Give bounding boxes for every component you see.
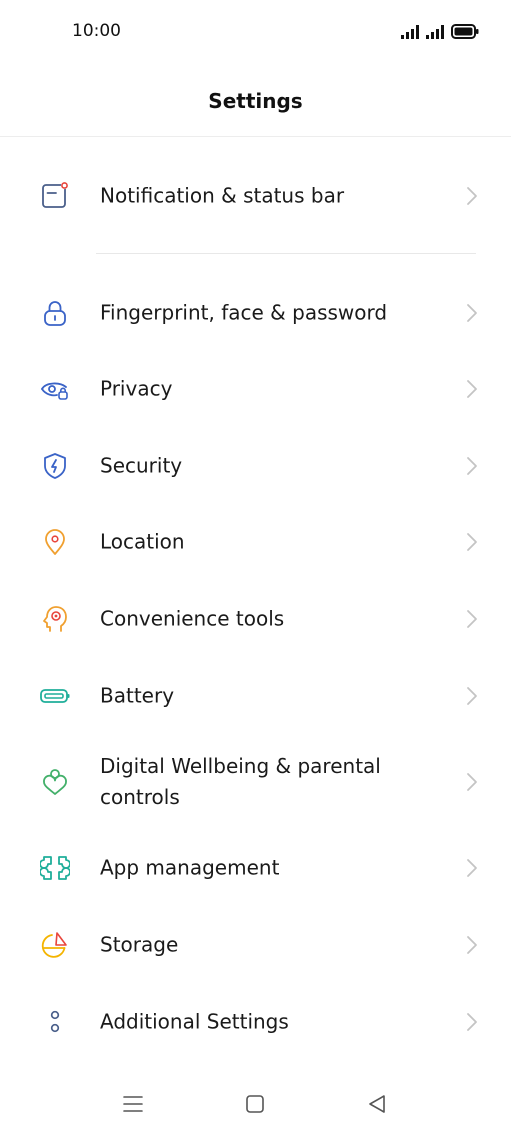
status-icons [401,24,479,39]
menu-icon[interactable] [121,1092,145,1116]
header: Settings [0,64,511,137]
chevron-right-icon [467,533,477,551]
chevron-right-icon [467,610,477,628]
privacy-eye-icon [41,382,68,400]
settings-item-convenience[interactable]: Convenience tools [0,583,511,655]
settings-item-label: App management [100,855,280,880]
chevron-right-icon [467,187,477,205]
status-bar: 10:00 [0,0,511,64]
status-time: 10:00 [72,21,121,41]
settings-item-label: Battery [100,683,175,708]
signal-1-icon [401,25,419,39]
settings-item-label: Security [100,453,183,478]
settings-item-label: Privacy [100,376,173,401]
settings-item-label: Digital Wellbeing & parental controls [100,754,381,809]
notification-panel-icon [42,181,69,208]
chevron-right-icon [467,859,477,877]
more-dots-icon [50,1010,60,1033]
signal-2-icon [426,25,444,39]
settings-item-label: Location [100,529,185,554]
lock-icon [44,301,66,326]
convenience-head-icon [43,606,67,632]
battery-status-icon [451,24,479,39]
settings-item-battery[interactable]: Battery [0,660,511,732]
app-grid-icon [40,856,70,880]
settings-item-label: Notification & status bar [100,183,345,208]
chevron-right-icon [467,687,477,705]
settings-item-fingerprint[interactable]: Fingerprint, face & password [0,277,511,349]
back-icon[interactable] [365,1092,389,1116]
storage-pie-icon [41,932,67,958]
page-title: Settings [208,89,303,113]
chevron-right-icon [467,773,477,791]
settings-item-security[interactable]: Security [0,430,511,502]
settings-item-location[interactable]: Location [0,506,511,578]
settings-item-label: Storage [100,932,179,957]
location-pin-icon [45,529,65,555]
system-nav-bar [0,1076,511,1136]
settings-item-label: Convenience tools [100,606,285,631]
settings-item-label: Additional Settings [100,1009,289,1034]
settings-item-privacy[interactable]: Privacy [0,353,511,425]
chevron-right-icon [467,380,477,398]
battery-icon [40,689,70,703]
settings-item-label: Fingerprint, face & password [100,300,388,325]
settings-item-notification[interactable]: Notification & status bar [0,160,511,232]
chevron-right-icon [467,936,477,954]
settings-item-additional[interactable]: Additional Settings [0,986,511,1058]
wellbeing-heart-icon [43,769,67,795]
settings-item-storage[interactable]: Storage [0,909,511,981]
shield-icon [44,453,66,479]
chevron-right-icon [467,1013,477,1031]
section-divider [96,253,476,254]
home-icon[interactable] [243,1092,267,1116]
chevron-right-icon [467,457,477,475]
chevron-right-icon [467,304,477,322]
settings-item-wellbeing[interactable]: Digital Wellbeing & parental controls [0,736,511,828]
settings-item-apps[interactable]: App management [0,832,511,904]
